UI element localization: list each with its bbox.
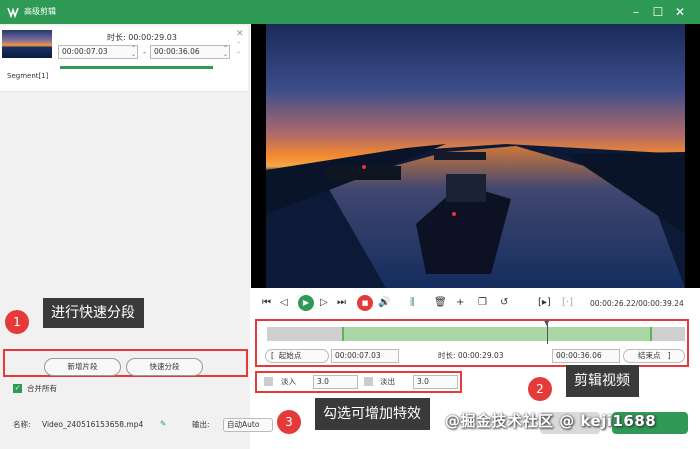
- stop-button[interactable]: ■: [357, 295, 373, 311]
- annotation-number-3: 3: [277, 410, 301, 434]
- annotation-callout-3: 勾选可增加特效: [315, 398, 430, 430]
- merge-all-label: 合并所有: [27, 384, 57, 393]
- split-icon[interactable]: ⫼: [410, 297, 415, 309]
- step-back-icon[interactable]: ◁: [280, 297, 288, 309]
- end-point-label: 结束点: [638, 351, 661, 360]
- trim-start-input[interactable]: 00:00:07.03: [331, 349, 399, 363]
- step-forward-icon[interactable]: ▷: [320, 297, 328, 309]
- annotation-callout-1: 进行快速分段: [43, 298, 144, 328]
- segment-duration: 时长: 00:00:29.03: [107, 32, 177, 43]
- segment-end-value: 00:00:36.06: [154, 47, 200, 56]
- trim-duration-value: 00:00:29.03: [457, 351, 504, 360]
- output-select[interactable]: 自动Auto: [223, 418, 273, 432]
- fade-out-label: 淡出: [380, 377, 395, 386]
- mark-out-icon[interactable]: [·]: [562, 297, 573, 309]
- trim-duration: 时长: 00:00:29.03: [438, 351, 504, 361]
- set-end-point-button[interactable]: 结束点 ]: [623, 349, 685, 363]
- skip-end-icon[interactable]: ⏭: [337, 297, 346, 309]
- file-name: Video_240516153658.mp4: [42, 420, 144, 429]
- title-bar: 高级剪辑 – ☐ ✕: [0, 0, 700, 24]
- reorder-icon[interactable]: ⌃ ⌄: [236, 41, 241, 55]
- delete-segment-icon[interactable]: ✕: [236, 29, 244, 39]
- app-logo-icon: [7, 7, 19, 19]
- window-title: 高级剪辑: [24, 7, 56, 16]
- fade-in-input[interactable]: 3.0: [313, 375, 358, 389]
- close-window-icon[interactable]: ✕: [672, 4, 688, 20]
- volume-icon[interactable]: 🔊: [378, 297, 390, 309]
- segment-start-value: 00:00:07.03: [62, 47, 108, 56]
- segment-duration-value: 00:00:29.03: [128, 33, 177, 42]
- output-label: 输出:: [192, 420, 210, 429]
- fade-out-input[interactable]: 3.0: [413, 375, 458, 389]
- trim-timeline[interactable]: [267, 327, 685, 341]
- play-button[interactable]: ▶: [298, 295, 314, 311]
- undo-icon[interactable]: ↺: [500, 297, 508, 309]
- merge-all-checkbox[interactable]: ✓: [13, 384, 22, 393]
- video-preview: [251, 24, 700, 288]
- watermark: @掘金技术社区 @ keji1688: [445, 412, 657, 430]
- set-start-point-button[interactable]: [ 起始点: [265, 349, 329, 363]
- segment-separator: -: [143, 48, 146, 57]
- segment-thumbnail: [2, 30, 52, 58]
- segment-name: Segment[1]: [7, 72, 49, 80]
- video-frame-image: [266, 24, 685, 288]
- add-icon[interactable]: +: [456, 297, 464, 309]
- quick-split-highlight: [3, 349, 248, 377]
- delete-icon[interactable]: 🗑: [434, 297, 447, 309]
- trim-selection[interactable]: [342, 327, 652, 341]
- segment-start-input[interactable]: 00:00:07.03 ⌃ ⌄: [58, 45, 138, 59]
- segment-item[interactable]: 时长: 00:00:29.03 00:00:07.03 ⌃ ⌄ - 00:00:36…: [0, 26, 248, 92]
- playhead[interactable]: [547, 322, 549, 344]
- name-label: 名称:: [13, 420, 31, 429]
- spinner-icon[interactable]: ⌃ ⌄: [223, 46, 228, 58]
- trim-duration-label: 时长:: [438, 351, 456, 360]
- segment-progress-bar: [60, 66, 213, 69]
- spinner-icon[interactable]: ⌃ ⌄: [131, 46, 136, 58]
- copy-icon[interactable]: ❐: [478, 297, 487, 309]
- trim-start-value: 00:00:07.03: [335, 351, 381, 360]
- annotation-number-2: 2: [528, 377, 552, 401]
- trim-end-input[interactable]: 00:00:36.06: [552, 349, 620, 363]
- edit-name-icon[interactable]: ✎: [160, 419, 166, 429]
- fade-out-checkbox[interactable]: [364, 377, 373, 386]
- minimize-icon[interactable]: –: [628, 4, 644, 20]
- add-segment-button[interactable]: 新增片段: [44, 358, 121, 376]
- segment-end-input[interactable]: 00:00:36.06 ⌃ ⌄: [150, 45, 230, 59]
- quick-split-button[interactable]: 快速分段: [126, 358, 203, 376]
- start-point-label: 起始点: [278, 351, 302, 360]
- mark-in-icon[interactable]: [▸]: [538, 297, 551, 309]
- annotation-number-1: 1: [5, 310, 29, 334]
- annotation-callout-2: 剪辑视频: [566, 365, 639, 397]
- maximize-icon[interactable]: ☐: [650, 4, 666, 20]
- trim-end-value: 00:00:36.06: [556, 351, 602, 360]
- segment-duration-label: 时长:: [107, 33, 126, 42]
- time-readout: 00:00:26.22/00:00:39.24: [590, 299, 684, 308]
- skip-start-icon[interactable]: ⏮: [262, 297, 271, 309]
- fade-in-label: 淡入: [281, 377, 296, 386]
- fade-in-checkbox[interactable]: [264, 377, 273, 386]
